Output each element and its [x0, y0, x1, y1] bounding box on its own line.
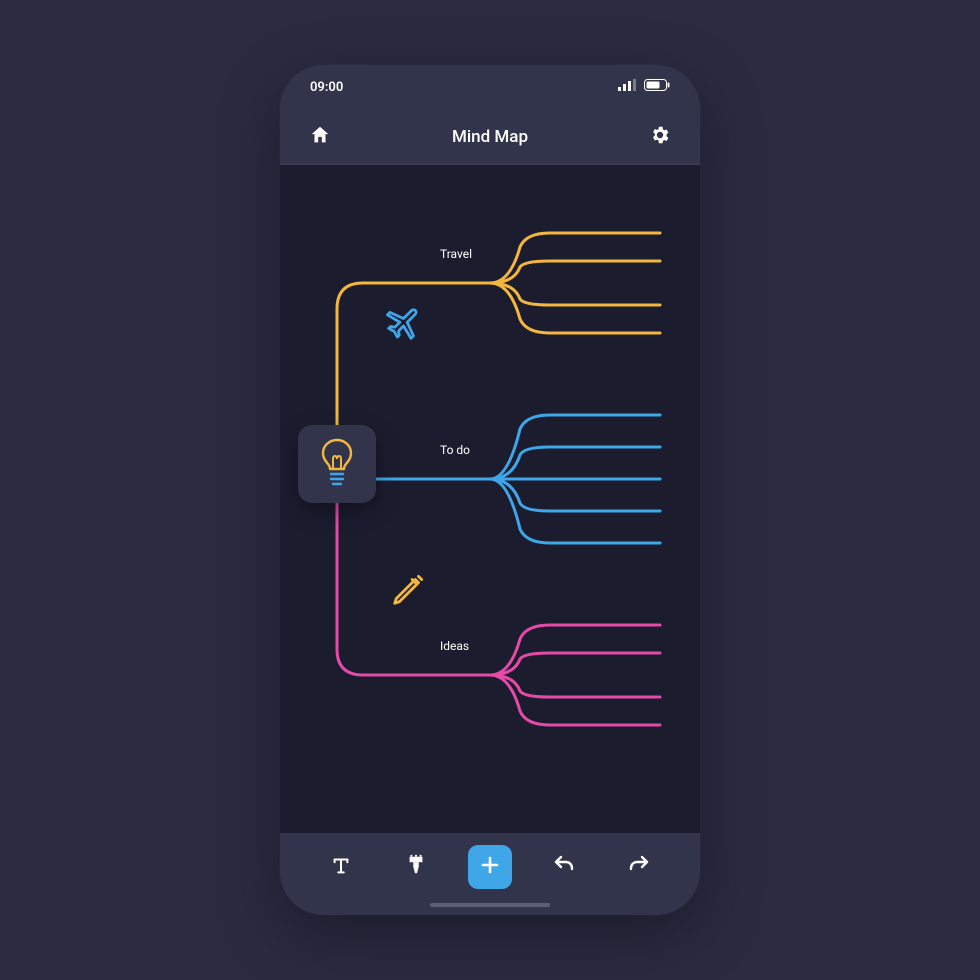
status-time: 09:00	[310, 80, 343, 95]
bottom-toolbar	[280, 833, 700, 915]
pencil-icon	[390, 570, 428, 612]
root-node[interactable]	[298, 425, 376, 503]
status-bar: 09:00	[280, 65, 700, 109]
redo-icon	[627, 853, 651, 881]
redo-button[interactable]	[617, 845, 661, 889]
plus-icon	[478, 853, 502, 881]
branch-label-travel[interactable]: Travel	[440, 247, 472, 261]
home-indicator	[430, 903, 550, 907]
lightbulb-icon	[316, 437, 358, 491]
home-button[interactable]	[306, 123, 334, 151]
phone-frame: 09:00	[280, 65, 700, 915]
text-icon	[330, 854, 352, 880]
mindmap-canvas[interactable]: Travel To do Ideas	[280, 165, 700, 833]
status-right	[618, 79, 670, 95]
settings-button[interactable]	[646, 123, 674, 151]
battery-icon	[644, 79, 670, 95]
undo-button[interactable]	[542, 845, 586, 889]
add-button[interactable]	[468, 845, 512, 889]
home-icon	[309, 124, 331, 150]
undo-icon	[552, 853, 576, 881]
branch-label-todo[interactable]: To do	[440, 443, 470, 457]
text-tool-button[interactable]	[319, 845, 363, 889]
brush-icon	[405, 854, 427, 880]
brush-tool-button[interactable]	[394, 845, 438, 889]
branch-label-ideas[interactable]: Ideas	[440, 639, 469, 653]
airplane-icon	[385, 300, 427, 346]
nav-bar: Mind Map	[280, 109, 700, 165]
gear-icon	[649, 124, 671, 150]
page-title: Mind Map	[334, 127, 646, 147]
signal-icon	[618, 79, 636, 95]
